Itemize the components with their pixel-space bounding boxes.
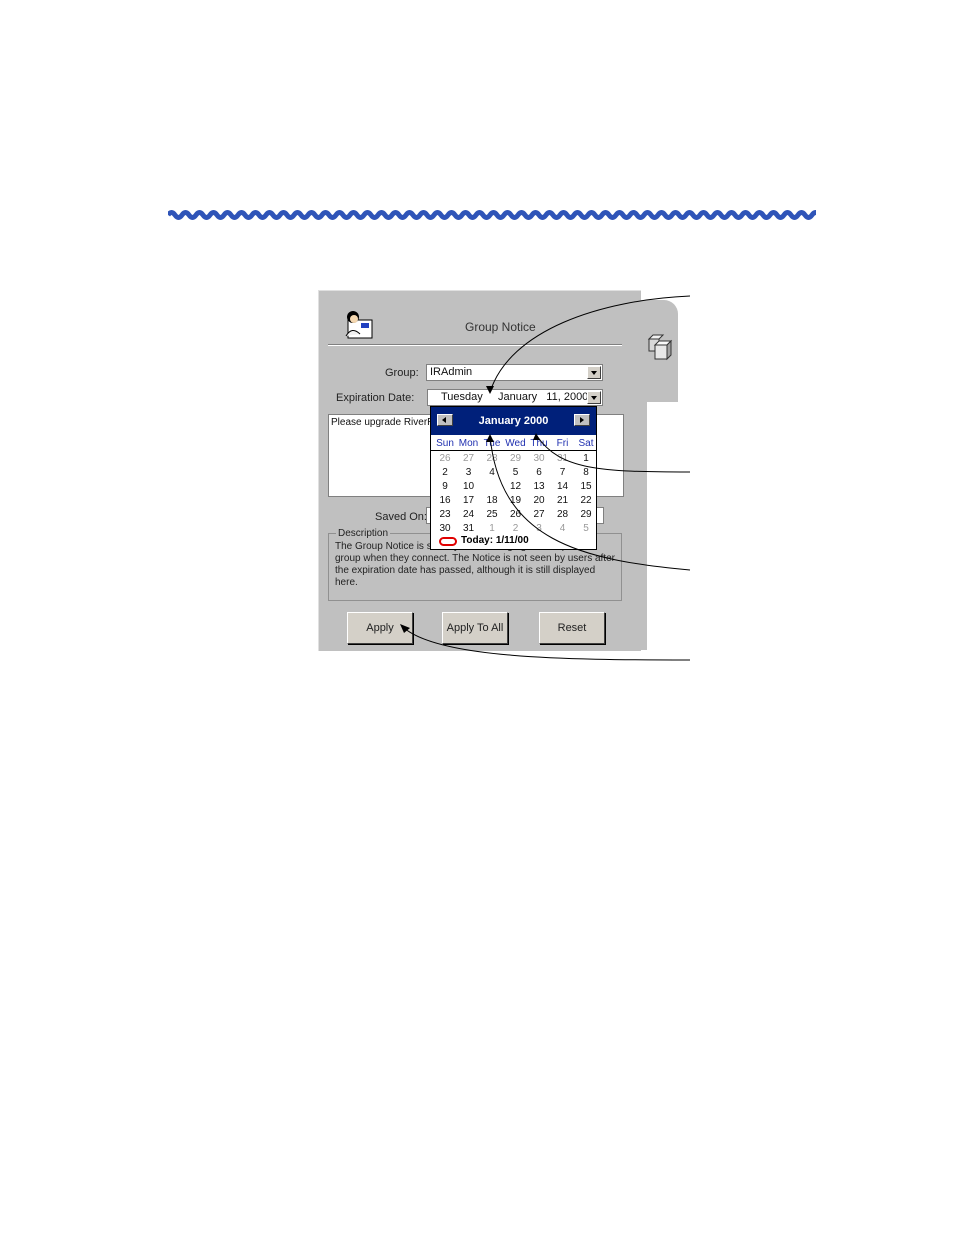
callout-line-selected-day	[489, 435, 691, 571]
callout-line-date-field	[489, 295, 691, 393]
callout-line-month-nav	[536, 435, 691, 473]
callout-arrow-head	[486, 434, 494, 442]
callout-arrow-head	[486, 386, 494, 394]
callout-line-apply	[403, 627, 691, 661]
callout-arrow-head	[533, 433, 540, 440]
callout-lines	[400, 295, 691, 661]
